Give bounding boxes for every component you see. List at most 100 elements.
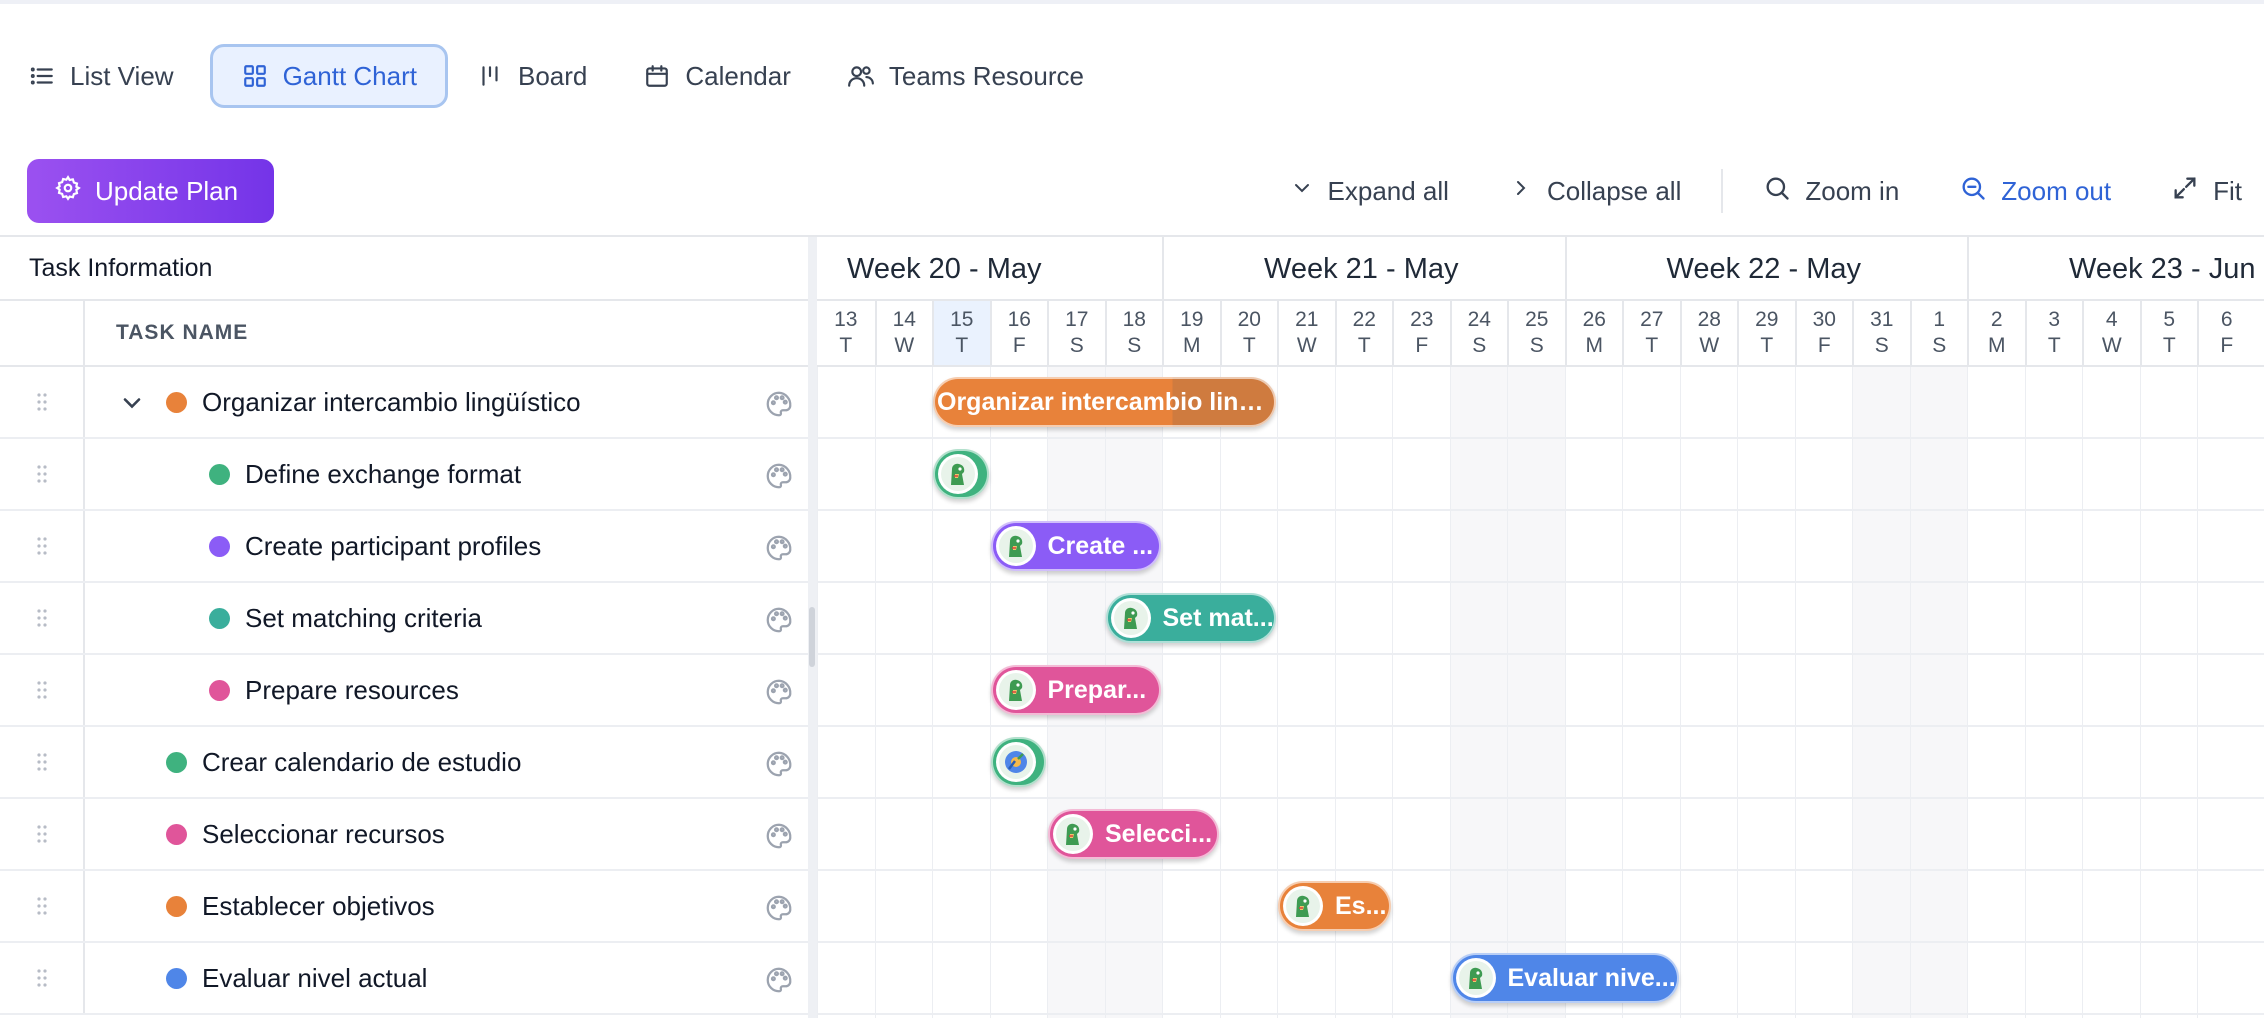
palette-icon[interactable] [764,461,794,491]
task-name[interactable]: Organizar intercambio lingüístico [202,367,581,437]
task-bar[interactable] [933,449,989,499]
tab-label: Board [517,60,588,91]
day-column-header: 18 S [1104,301,1163,365]
task-row[interactable]: Prepare resources [0,655,808,727]
task-color-dot [166,824,187,845]
task-row[interactable]: Evaluar nivel actual [0,943,808,1015]
task-name[interactable]: Create participant profiles [245,511,541,581]
tab-calendar[interactable]: Calendar [615,44,819,108]
day-header: 13 T 14 W 15 T 16 F 17 S 18 S 19 M 20 T 21 W 22 T 23 F 24 S 25 S 2… [817,301,2264,367]
day-column-header: 15 T [932,301,990,365]
dinosaur-avatar-icon [998,529,1033,563]
task-name[interactable]: Establecer objetivos [202,871,435,941]
task-bar[interactable]: Create ... [990,521,1161,571]
day-number: 13 [834,308,858,331]
tab-list-view[interactable]: List View [22,44,202,108]
toolbar-divider [1721,169,1724,213]
timeline: Week 20 - May Week 21 - May Week 22 - May W… [817,237,2264,1018]
day-of-week: T [1357,334,1371,357]
task-name[interactable]: Crear calendario de estudio [202,727,521,797]
palette-icon[interactable] [764,965,794,995]
task-name[interactable]: Prepare resources [245,655,459,725]
day-of-week: T [1645,334,1659,357]
panel-splitter[interactable] [808,237,817,1018]
drag-handle-icon[interactable] [0,655,85,725]
fit-button[interactable]: Fit [2141,160,2264,222]
day-of-week: S [1127,334,1142,357]
task-bar[interactable]: Set mat... [1105,593,1276,643]
expand-icon [2171,174,2199,209]
search-icon [1763,174,1791,209]
task-bar[interactable]: Organizar intercambio ling... [933,377,1276,427]
day-column-header: 5T [2139,301,2198,365]
chevron-down-icon[interactable] [118,389,146,417]
palette-icon[interactable] [764,533,794,563]
task-bar-label: Evaluar nive... [1507,963,1676,992]
day-column-header: 20 T [1219,301,1278,365]
palette-icon[interactable] [764,821,794,851]
palette-icon[interactable] [764,677,794,707]
task-bar[interactable]: Evaluar nive... [1450,953,1679,1003]
task-name-header: TASK NAME [0,301,808,367]
drag-handle-icon[interactable] [0,727,85,797]
task-bar[interactable] [990,737,1046,787]
zoom-in-button[interactable]: Zoom in [1733,160,1929,222]
palette-icon[interactable] [764,749,794,779]
expand-all-label: Expand all [1327,175,1449,206]
day-column-header: 21 W [1277,301,1335,365]
task-name[interactable]: Set matching criteria [245,583,482,653]
zoom-out-button[interactable]: Zoom out [1929,160,2141,222]
day-column-header: 31 S [1852,301,1910,365]
update-plan-button[interactable]: Update Plan [27,159,274,223]
tab-board[interactable]: Board [448,44,615,108]
collapse-all-button[interactable]: Collapse all [1479,160,1711,222]
task-row[interactable]: Seleccionar recursos [0,799,808,871]
day-of-week: W [1699,334,1720,357]
tab-label: Teams Resource [888,60,1084,91]
week-label: Week 21 - May [1162,237,1565,301]
drag-handle-icon[interactable] [0,943,85,1013]
day-of-week: M [1183,334,1201,357]
drag-handle-icon[interactable] [0,367,85,437]
task-color-dot [209,608,230,629]
task-bar[interactable]: Selecci... [1048,809,1219,859]
drag-handle-icon[interactable] [0,871,85,941]
tab-teams-resource[interactable]: Teams Resource [819,44,1112,108]
palette-icon[interactable] [764,389,794,419]
avatar [1110,598,1151,638]
dinosaur-avatar-icon [1458,961,1493,995]
day-of-week: T [955,334,969,357]
day-number: 25 [1525,308,1549,331]
task-row[interactable]: Organizar intercambio lingüístico [0,367,808,439]
expand-all-button[interactable]: Expand all [1260,160,1479,222]
task-row[interactable]: Crear calendario de estudio [0,727,808,799]
gantt-chart: Task Information TASK NAME Organizar int… [0,235,2264,1018]
tab-gantt-chart[interactable]: Gantt Chart [209,44,448,108]
drag-handle-icon[interactable] [0,439,85,509]
task-name[interactable]: Evaluar nivel actual [202,943,427,1013]
day-number: 18 [1122,308,1146,331]
calendar-icon [643,62,671,90]
task-row[interactable]: Set matching criteria [0,583,808,655]
task-row[interactable]: Create participant profiles [0,511,808,583]
task-bar[interactable]: Es... [1278,881,1391,931]
task-row[interactable]: Define exchange format [0,439,808,511]
task-bar[interactable]: Prepar... [990,665,1161,715]
task-row[interactable]: Establecer objetivos [0,871,808,943]
board-icon [476,62,504,90]
update-plan-label: Update Plan [95,175,239,206]
palette-icon[interactable] [764,605,794,635]
task-name[interactable]: Define exchange format [245,439,521,509]
drag-handle-icon[interactable] [0,511,85,581]
avatar [995,526,1036,566]
task-name[interactable]: Seleccionar recursos [202,799,445,869]
day-of-week: T [839,334,853,357]
drag-handle-icon[interactable] [0,799,85,869]
avatar [995,742,1036,782]
drag-handle-icon[interactable] [0,583,85,653]
palette-icon[interactable] [764,893,794,923]
task-color-dot [166,968,187,989]
splitter-grip[interactable] [809,607,815,667]
dinosaur-avatar-icon [1056,817,1090,851]
day-column-header: 3T [2024,301,2083,365]
